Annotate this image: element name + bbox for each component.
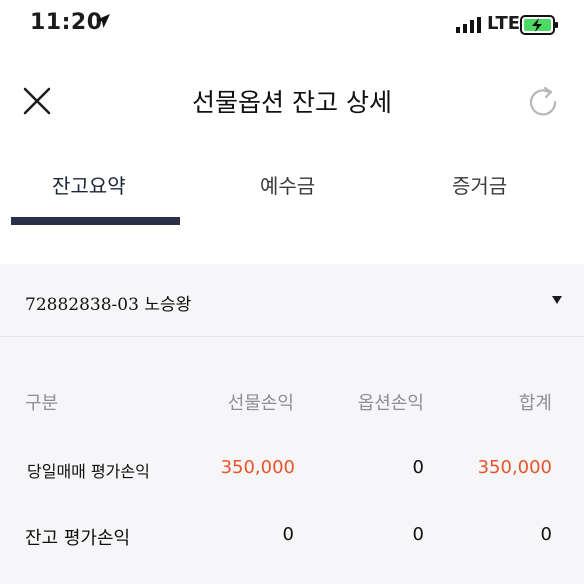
- account-holder-name: 노승왕: [144, 295, 192, 315]
- header-options-pnl: 옵션손익: [357, 393, 424, 414]
- futures-pnl-value: 350,000: [220, 457, 295, 478]
- status-time: 11:20: [30, 10, 103, 35]
- row-label: 당일매매 평가손익: [27, 462, 150, 481]
- header-futures-pnl: 선물손익: [227, 393, 294, 414]
- header-total: 합계: [518, 393, 552, 414]
- dropdown-arrow-icon[interactable]: [552, 296, 562, 304]
- tab-margin[interactable]: 증거금: [452, 170, 507, 199]
- battery-charging-icon: [520, 15, 558, 35]
- total-value: 0: [540, 524, 552, 545]
- tab-deposit[interactable]: 예수금: [260, 170, 315, 199]
- account-selector[interactable]: 72882838-03 노승왕: [25, 290, 191, 315]
- network-type: LTE: [487, 13, 521, 34]
- page-title: 선물옵션 잔고 상세: [192, 88, 392, 117]
- signal-strength-icon: [456, 17, 481, 33]
- row-label: 잔고 평가손익: [25, 528, 131, 549]
- options-pnl-value: 0: [412, 524, 424, 545]
- options-pnl-value: 0: [412, 457, 424, 478]
- futures-pnl-value: 0: [282, 524, 294, 545]
- header-category: 구분: [25, 393, 59, 414]
- account-number: 72882838-03: [25, 295, 139, 315]
- divider: [0, 336, 584, 337]
- table-header: 구분 선물손익 옵션손익 합계: [0, 389, 584, 429]
- location-arrow-icon: [96, 14, 110, 28]
- status-bar: 11:20 LTE: [0, 0, 584, 52]
- refresh-icon[interactable]: [527, 86, 559, 118]
- tab-balance-summary[interactable]: 잔고요약: [52, 170, 126, 199]
- table-row: 당일매매 평가손익 350,000 0 350,000: [0, 457, 584, 497]
- active-tab-indicator: [11, 217, 180, 225]
- total-value: 350,000: [477, 457, 552, 478]
- table-row: 잔고 평가손익 0 0 0: [0, 524, 584, 564]
